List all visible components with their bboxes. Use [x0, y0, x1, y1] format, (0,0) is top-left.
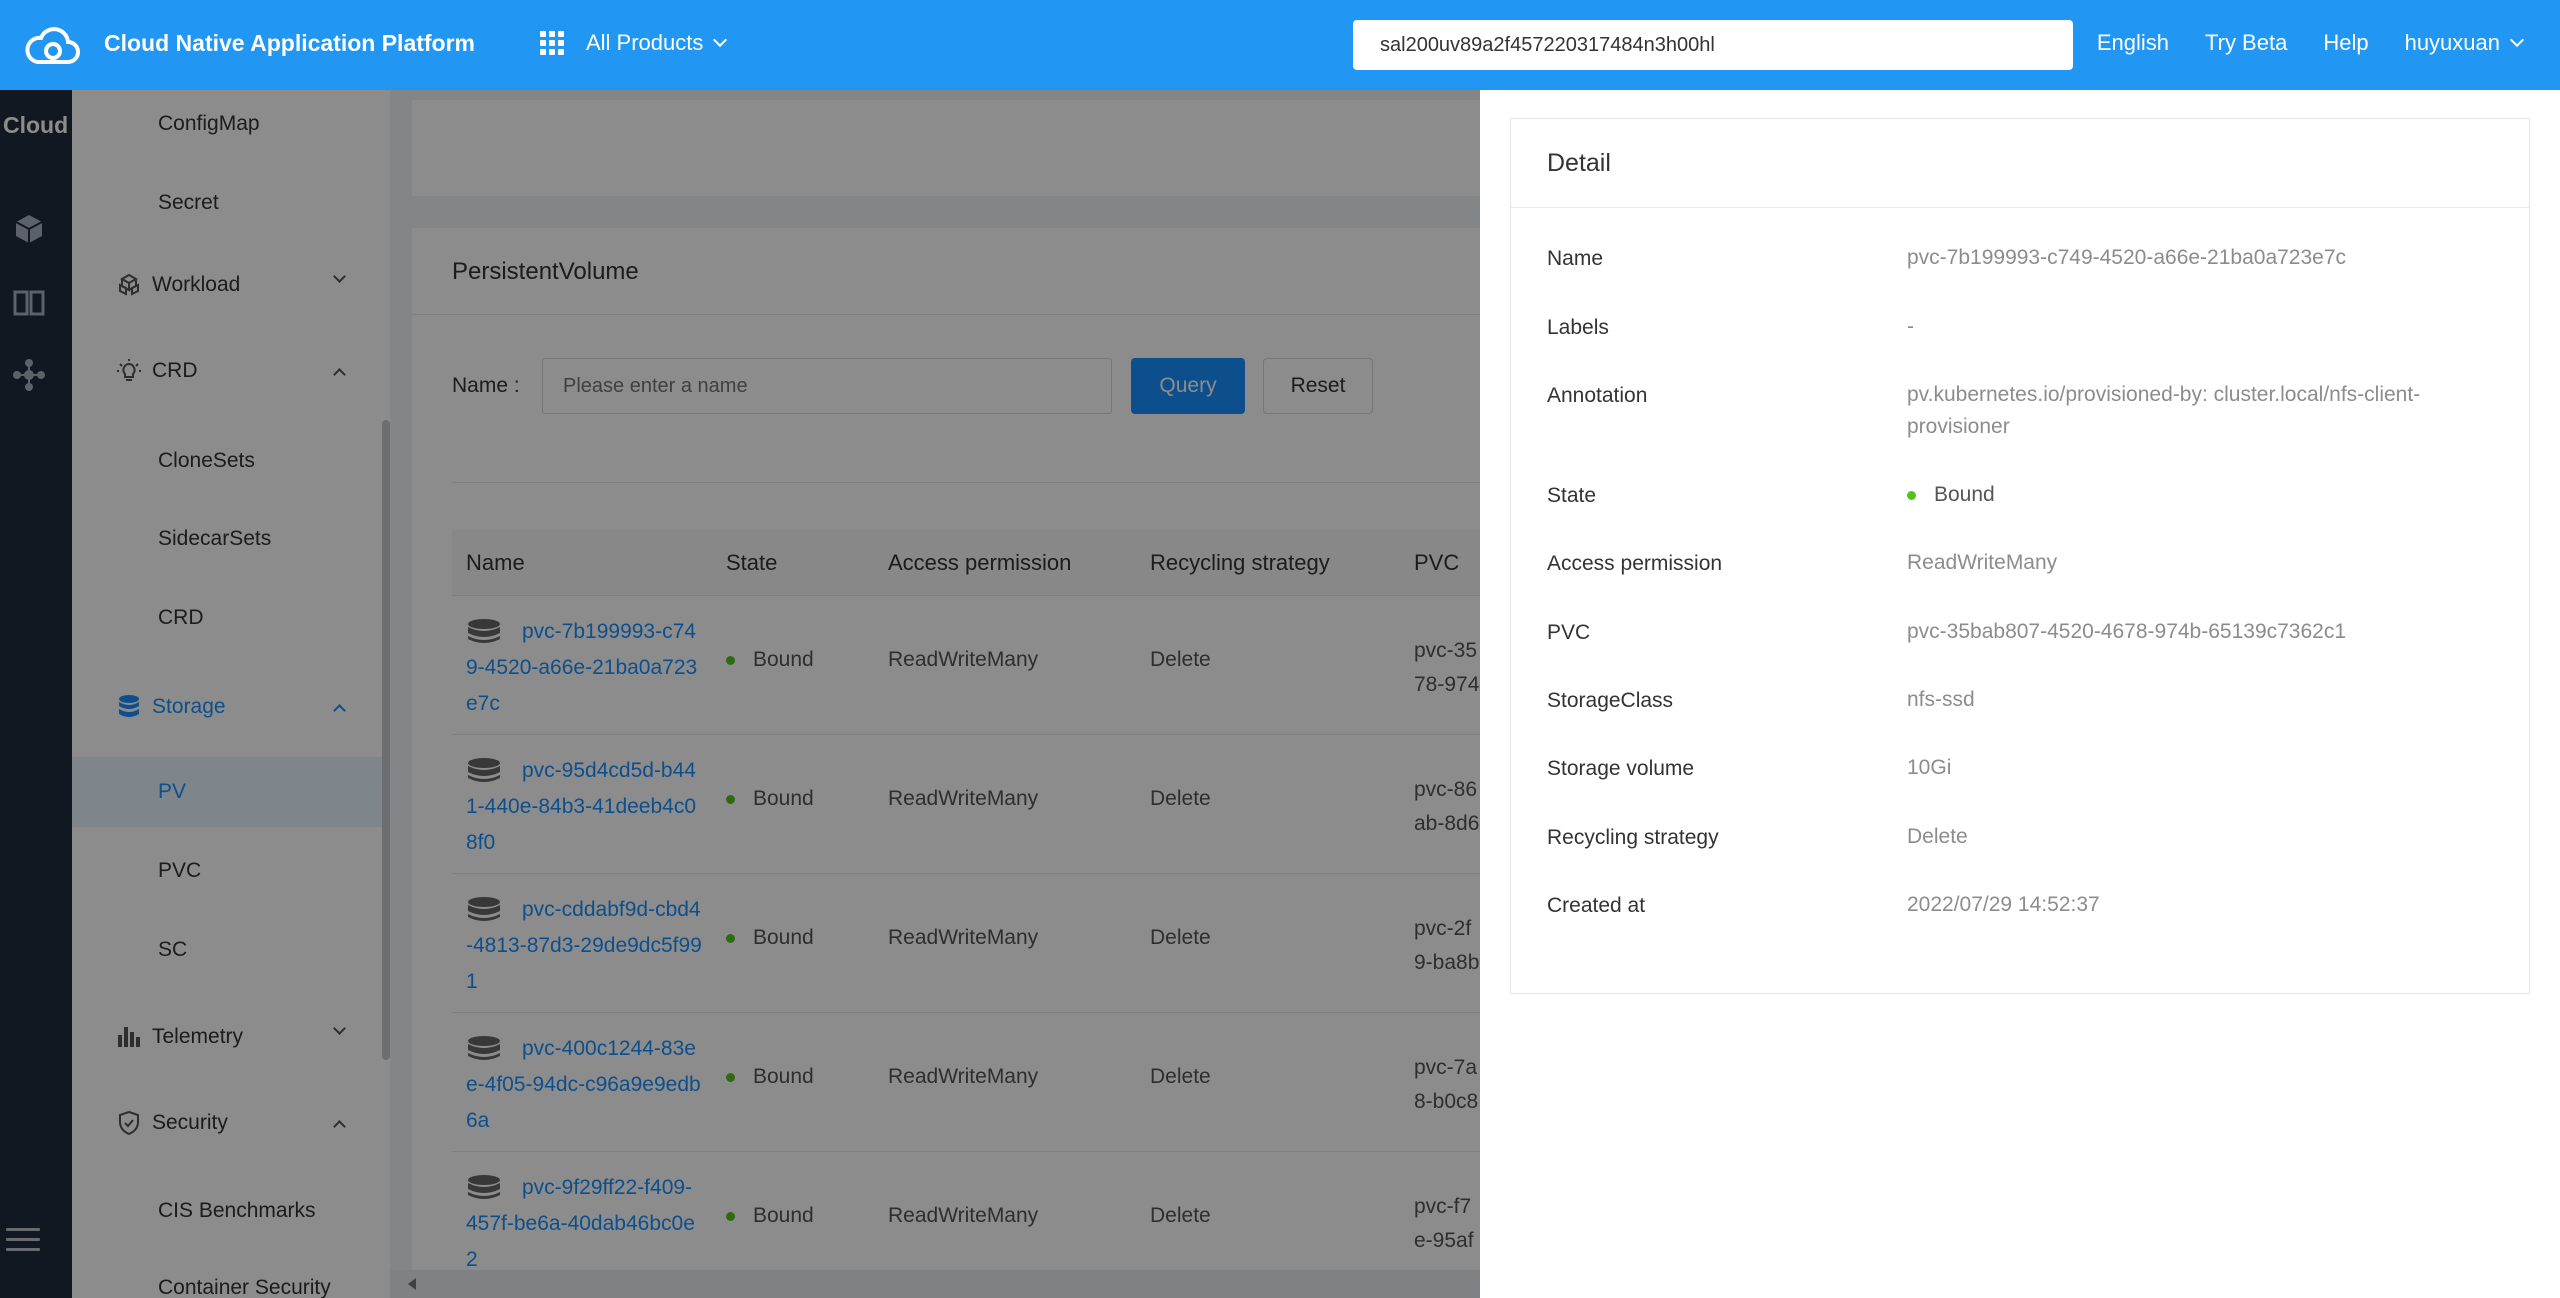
detail-value: - — [1907, 315, 1914, 338]
help-link[interactable]: Help — [2323, 30, 2368, 56]
search-input[interactable]: sal200uv89a2f457220317484n3h00hl — [1353, 20, 2073, 70]
detail-label: Labels — [1547, 316, 1609, 339]
top-links: English Try Beta Help huyuxuan — [2061, 30, 2525, 56]
top-header: Cloud Native Application Platform All Pr… — [0, 0, 2560, 90]
detail-value: ReadWriteMany — [1907, 551, 2058, 574]
detail-label: Created at — [1547, 894, 1646, 917]
chevron-down-icon — [713, 32, 728, 48]
chevron-down-icon — [2509, 32, 2525, 48]
detail-card: Detail Name pvc-7b199993-c749-4520-a66e-2… — [1510, 118, 2530, 994]
detail-label: PVC — [1547, 621, 1591, 644]
all-products-menu[interactable]: All Products — [540, 30, 728, 56]
all-products-label: All Products — [586, 30, 704, 55]
brand-title[interactable]: Cloud Native Application Platform — [104, 30, 475, 57]
user-menu[interactable]: huyuxuan — [2404, 30, 2525, 56]
cloud-logo-icon[interactable] — [24, 22, 80, 68]
status-dot — [1907, 490, 1916, 500]
state-text: Bound — [1934, 483, 1995, 506]
detail-value: nfs-ssd — [1907, 688, 1975, 711]
detail-label: State — [1547, 484, 1597, 507]
language-link[interactable]: English — [2097, 30, 2169, 56]
detail-label: Recycling strategy — [1547, 826, 1719, 849]
detail-value: pvc-35bab807-4520-4678-974b-65139c7362c1 — [1907, 620, 2347, 643]
detail-label: Access permission — [1547, 552, 1723, 575]
divider — [1511, 207, 2529, 208]
modal-mask[interactable] — [0, 90, 1480, 1298]
detail-value: pvc-7b199993-c749-4520-a66e-21ba0a723e7c — [1907, 246, 2347, 269]
grid-icon — [540, 31, 564, 55]
detail-value: Bound — [1907, 479, 2507, 511]
try-beta-link[interactable]: Try Beta — [2205, 30, 2287, 56]
detail-value: 10Gi — [1907, 756, 1952, 779]
detail-value: pv.kubernetes.io/provisioned-by: cluster… — [1907, 383, 2421, 438]
detail-label: Storage volume — [1547, 757, 1695, 780]
detail-label: Name — [1547, 247, 1604, 270]
detail-value: Delete — [1907, 825, 1968, 848]
username: huyuxuan — [2404, 30, 2500, 55]
detail-title: Detail — [1547, 149, 1611, 177]
detail-label: Annotation — [1547, 384, 1648, 407]
detail-label: StorageClass — [1547, 689, 1674, 712]
detail-value: 2022/07/29 14:52:37 — [1907, 893, 2100, 916]
detail-drawer: Detail Name pvc-7b199993-c749-4520-a66e-2… — [1480, 90, 2560, 1298]
